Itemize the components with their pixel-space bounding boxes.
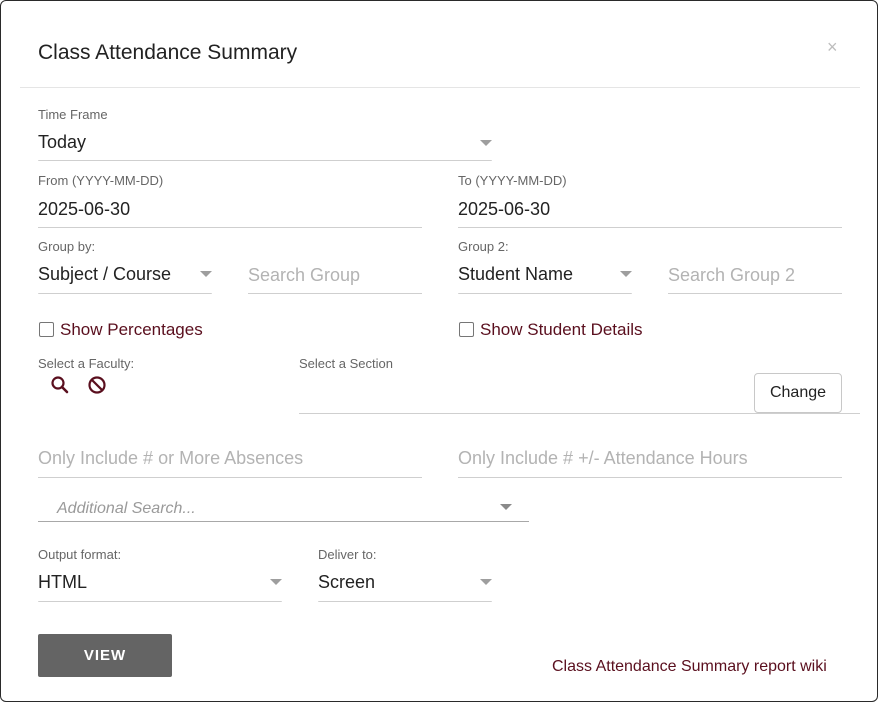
close-icon[interactable]: × bbox=[827, 37, 838, 57]
section-label: Select a Section bbox=[299, 356, 393, 371]
deliver-to-label: Deliver to: bbox=[318, 547, 377, 562]
absences-placeholder: Only Include # or More Absences bbox=[38, 448, 304, 468]
search-group-2-placeholder: Search Group 2 bbox=[668, 265, 796, 285]
deliver-to-select[interactable]: Screen bbox=[318, 569, 492, 602]
section-underline bbox=[299, 413, 860, 414]
chevron-down-icon bbox=[620, 271, 632, 277]
attendance-hours-underline bbox=[458, 477, 842, 478]
from-date-underline bbox=[38, 227, 422, 228]
search-group-2-input[interactable]: Search Group 2 bbox=[668, 261, 842, 294]
header-divider bbox=[20, 87, 860, 88]
to-date-value: 2025-06-30 bbox=[458, 199, 551, 219]
group-2-value: Student Name bbox=[458, 264, 574, 284]
chevron-down-icon bbox=[200, 271, 212, 277]
change-section-button[interactable]: Change bbox=[754, 373, 842, 413]
group-by-label: Group by: bbox=[38, 239, 96, 254]
search-group-placeholder: Search Group bbox=[248, 265, 361, 285]
chevron-down-icon bbox=[270, 579, 282, 585]
view-button[interactable]: VIEW bbox=[38, 634, 172, 677]
output-format-underline bbox=[38, 601, 282, 602]
search-group-input[interactable]: Search Group bbox=[248, 261, 422, 294]
absences-underline bbox=[38, 477, 422, 478]
search-group-2-underline bbox=[668, 293, 842, 294]
dialog-title: Class Attendance Summary bbox=[38, 41, 298, 64]
to-date-underline bbox=[458, 227, 842, 228]
additional-search-placeholder: Additional Search... bbox=[57, 500, 196, 517]
to-date-field[interactable]: 2025-06-30 bbox=[458, 195, 842, 228]
show-student-details-checkbox[interactable] bbox=[459, 322, 474, 337]
group-2-underline bbox=[458, 293, 632, 294]
show-percentages-checkbox[interactable] bbox=[39, 322, 54, 337]
search-group-underline bbox=[248, 293, 422, 294]
from-date-field[interactable]: 2025-06-30 bbox=[38, 195, 422, 228]
group-by-select[interactable]: Subject / Course bbox=[38, 261, 212, 294]
faculty-label: Select a Faculty: bbox=[38, 356, 135, 371]
search-icon[interactable] bbox=[50, 375, 70, 395]
group-by-underline bbox=[38, 293, 212, 294]
from-date-label: From (YYYY-MM-DD) bbox=[38, 173, 164, 188]
chevron-down-icon bbox=[480, 140, 492, 146]
additional-search-select[interactable]: Additional Search... bbox=[38, 496, 529, 523]
group-2-select[interactable]: Student Name bbox=[458, 261, 632, 294]
time-frame-select[interactable]: Today bbox=[38, 129, 492, 162]
additional-search-underline bbox=[38, 521, 529, 522]
group-by-value: Subject / Course bbox=[38, 264, 172, 284]
prohibited-icon[interactable] bbox=[87, 375, 107, 395]
from-date-value: 2025-06-30 bbox=[38, 199, 131, 219]
to-date-label: To (YYYY-MM-DD) bbox=[458, 173, 567, 188]
deliver-to-underline bbox=[318, 601, 492, 602]
report-wiki-link[interactable]: Class Attendance Summary report wiki bbox=[552, 658, 827, 676]
output-format-label: Output format: bbox=[38, 547, 122, 562]
time-frame-underline bbox=[38, 160, 492, 161]
output-format-select[interactable]: HTML bbox=[38, 569, 282, 602]
show-percentages-label[interactable]: Show Percentages bbox=[60, 320, 203, 340]
attendance-hours-input[interactable]: Only Include # +/- Attendance Hours bbox=[458, 444, 842, 478]
report-dialog: Class Attendance Summary × Time Frame To… bbox=[0, 0, 878, 702]
chevron-down-icon bbox=[480, 579, 492, 585]
output-format-value: HTML bbox=[38, 572, 87, 592]
deliver-to-value: Screen bbox=[318, 572, 376, 592]
show-student-details-label[interactable]: Show Student Details bbox=[480, 320, 643, 340]
group-2-label: Group 2: bbox=[458, 239, 509, 254]
attendance-hours-placeholder: Only Include # +/- Attendance Hours bbox=[458, 448, 748, 468]
time-frame-label: Time Frame bbox=[38, 107, 108, 122]
time-frame-value: Today bbox=[38, 132, 87, 152]
absences-input[interactable]: Only Include # or More Absences bbox=[38, 444, 422, 478]
chevron-down-icon bbox=[500, 504, 512, 510]
